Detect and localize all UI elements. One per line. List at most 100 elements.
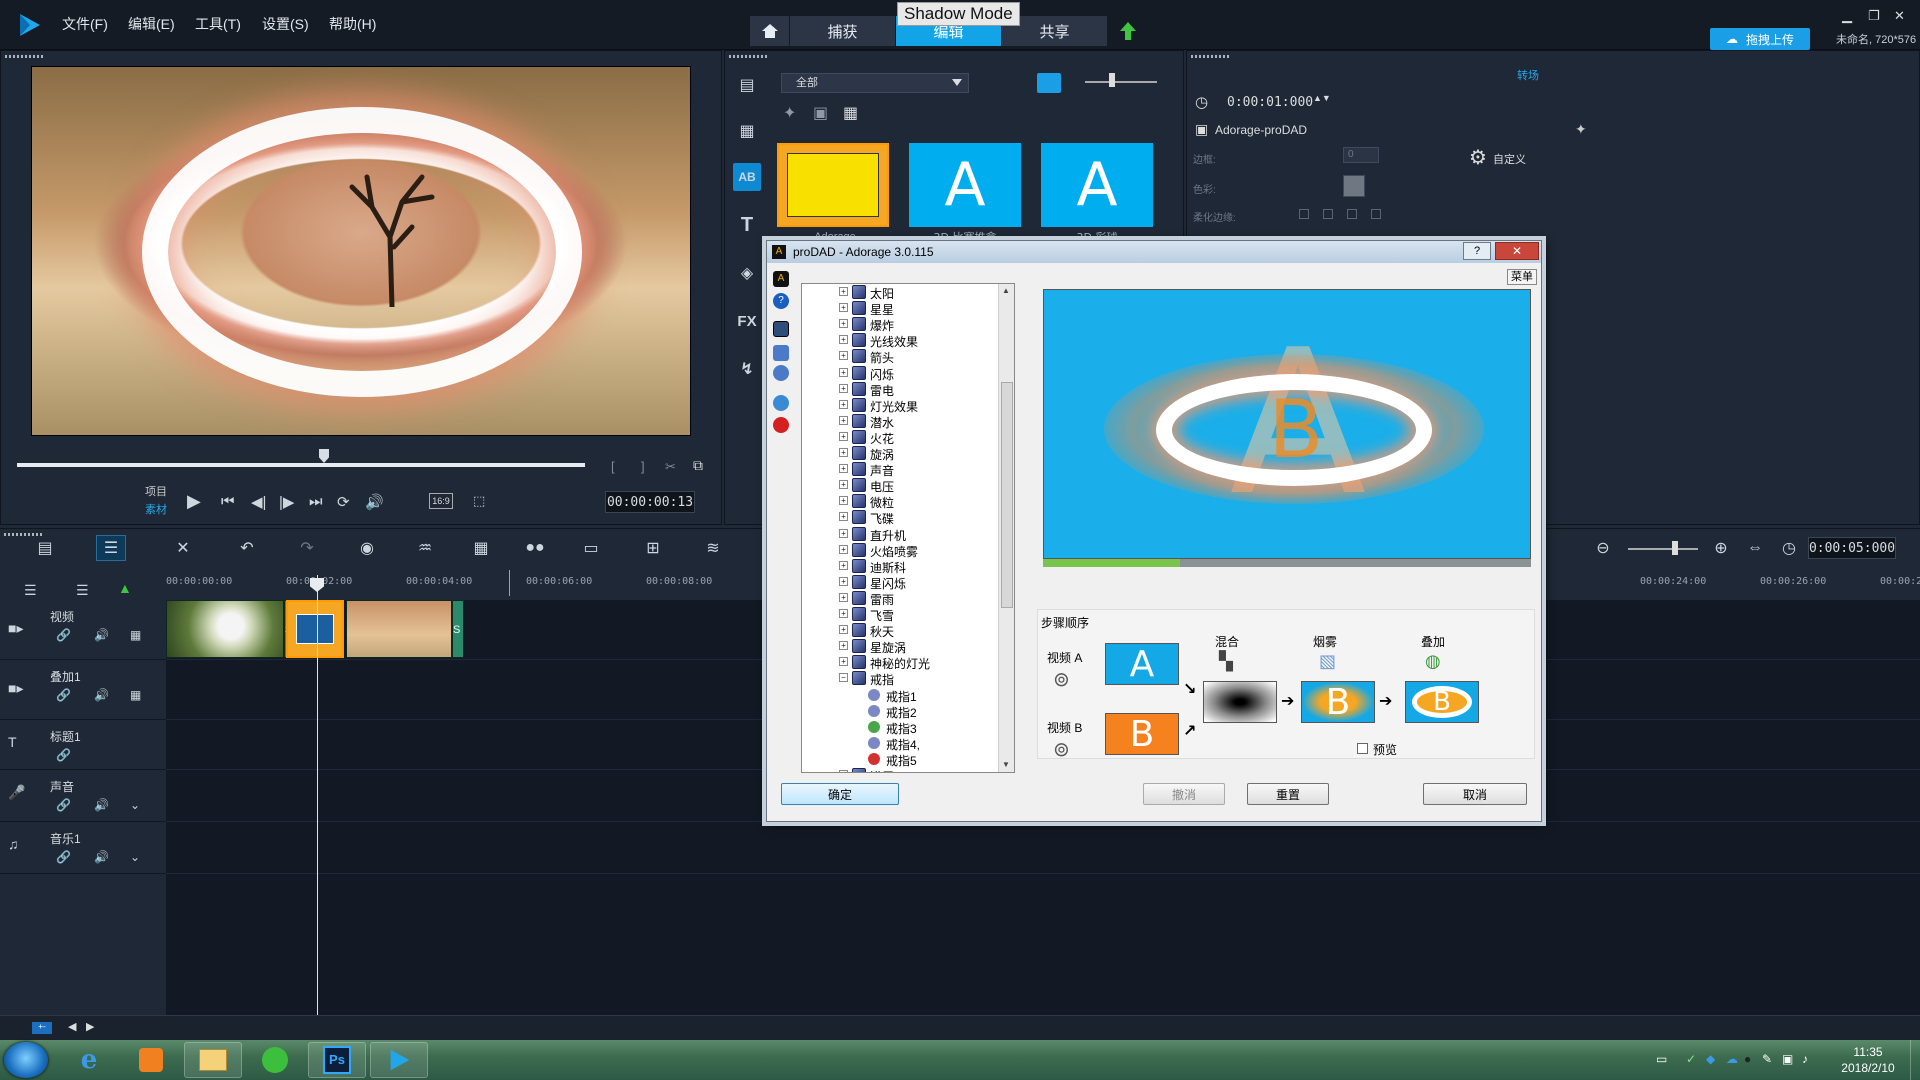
menu-file[interactable]: 文件(F) — [62, 14, 108, 34]
dialog-close-button[interactable]: ✕ — [1495, 242, 1539, 260]
film-icon[interactable]: ▦ — [843, 103, 858, 123]
expand-icon[interactable]: + — [839, 303, 848, 313]
title-icon[interactable]: T — [733, 211, 761, 239]
border-input[interactable]: 0 — [1343, 147, 1379, 163]
motion-track-icon[interactable]: ●● — [520, 535, 550, 561]
explorer-taskbar-icon[interactable] — [184, 1042, 242, 1078]
volume-icon[interactable]: 🔊 — [94, 688, 109, 702]
upload-button[interactable]: ☁ 拖拽上传 — [1710, 28, 1810, 50]
timeline-view-icon[interactable]: ☰ — [96, 535, 126, 561]
volume-icon[interactable]: 🔊 — [94, 798, 109, 812]
menu-edit[interactable]: 编辑(E) — [128, 14, 175, 34]
gear-icon[interactable]: ⚙ — [1469, 145, 1487, 170]
link-icon[interactable]: 🔗 — [56, 798, 71, 812]
monitor-icon[interactable] — [773, 321, 789, 337]
playhead[interactable] — [317, 575, 318, 1015]
soft-edge-option-1[interactable] — [1299, 209, 1309, 219]
panel-grip[interactable] — [729, 55, 769, 58]
subtitle-icon[interactable]: ▭ — [576, 535, 606, 561]
zoom-out-icon[interactable]: ⊖ — [1588, 535, 1618, 561]
record-icon[interactable]: ◉ — [352, 535, 382, 561]
lane-music[interactable] — [166, 822, 1920, 874]
add-track-icon[interactable]: ▲ — [118, 580, 132, 596]
expand-icon[interactable]: + — [839, 657, 848, 667]
preview-timecode[interactable]: 00:00:00:13 — [605, 491, 695, 513]
fit-project-icon[interactable]: +- — [32, 1022, 52, 1034]
home-button[interactable] — [750, 16, 790, 46]
expand-icon[interactable]: + — [839, 399, 848, 409]
track-music[interactable]: ♫ 音乐1 🔗 🔊 ⌄ — [0, 822, 166, 874]
cancel-button[interactable]: 取消 — [1423, 783, 1527, 805]
tab-capture[interactable]: 捕获 — [790, 16, 896, 46]
view-mode-button[interactable] — [1037, 73, 1061, 93]
network-tray-icon[interactable]: ◆ — [1706, 1052, 1720, 1066]
timeline-duration[interactable]: 0:00:05:000 — [1808, 537, 1896, 559]
track-title[interactable]: T 标题1 🔗 — [0, 720, 166, 770]
monitor-tray-icon[interactable]: ▣ — [1782, 1052, 1796, 1066]
expand-icon[interactable]: + — [839, 287, 848, 296]
expand-icon[interactable]: + — [839, 431, 848, 441]
crop-icon[interactable]: ⬚ — [473, 493, 485, 509]
overlay-thumb[interactable]: B — [1405, 681, 1479, 723]
undo-button[interactable]: 撤消 — [1143, 783, 1225, 805]
link-icon[interactable]: 🔗 — [56, 748, 71, 762]
show-desktop-button[interactable] — [1910, 1040, 1920, 1080]
soft-edge-option-4[interactable] — [1371, 209, 1381, 219]
soft-edge-option-2[interactable] — [1323, 209, 1333, 219]
expand-icon[interactable]: + — [839, 641, 848, 651]
multi-camera-icon[interactable]: ⊞ — [638, 535, 668, 561]
expand-icon[interactable]: + — [839, 512, 848, 522]
scroll-left-icon[interactable]: ◀ — [68, 1020, 76, 1033]
clip-dandelion[interactable] — [166, 600, 284, 658]
scroll-up-icon[interactable]: ▲ — [1002, 286, 1010, 295]
scrub-bar[interactable] — [17, 463, 585, 467]
sync-taskbar-icon[interactable] — [246, 1042, 304, 1078]
menu-tools[interactable]: 工具(T) — [195, 14, 241, 34]
custom-button[interactable]: 自定义 — [1493, 151, 1526, 167]
clip-desert-tree[interactable] — [346, 600, 452, 658]
speed-icon[interactable]: ≋ — [698, 535, 728, 561]
smoke-thumb[interactable]: B — [1301, 681, 1375, 723]
mark-in-button[interactable]: [ — [611, 459, 615, 474]
tools-icon[interactable]: ✕ — [168, 535, 198, 561]
preview-checkbox[interactable] — [1357, 743, 1368, 754]
redo-icon[interactable]: ↷ — [292, 535, 322, 561]
ok-button[interactable]: 确定 — [781, 783, 899, 805]
repeat-icon[interactable]: ⟳ — [337, 493, 350, 511]
start-button[interactable] — [4, 1042, 48, 1078]
folder-icon[interactable]: ▣ — [813, 103, 828, 123]
home-start-icon[interactable]: ⏮ — [221, 493, 235, 510]
volume-tray-icon[interactable]: ♪ — [1802, 1052, 1816, 1066]
expand-icon[interactable]: + — [839, 319, 848, 329]
thumb-3d-race[interactable]: A 3D 比赛推拿 — [909, 143, 1021, 244]
help-icon[interactable]: ? — [773, 293, 789, 309]
track-voice[interactable]: 🎤 声音 🔗 🔊 ⌄ — [0, 770, 166, 822]
cloud-tray-icon[interactable]: ☁ — [1726, 1052, 1740, 1066]
chevron-down-icon[interactable]: ⌄ — [130, 850, 140, 864]
grid-icon[interactable]: ▦ — [130, 628, 141, 642]
pen-tray-icon[interactable]: ✎ — [1762, 1052, 1776, 1066]
expand-icon[interactable]: + — [839, 592, 848, 602]
expand-icon[interactable]: + — [839, 609, 848, 618]
zoom-handle[interactable] — [1672, 541, 1678, 555]
expand-icon[interactable]: + — [839, 625, 848, 635]
videostudio-taskbar-icon[interactable] — [370, 1042, 428, 1078]
media-icon[interactable]: ▤ — [733, 71, 761, 99]
auto-music-icon[interactable]: ▦ — [466, 535, 496, 561]
zoom-in-icon[interactable]: ⊕ — [1706, 535, 1736, 561]
transition-icon[interactable]: AB — [733, 163, 761, 191]
expand-icon[interactable]: + — [839, 367, 848, 377]
clip-transition-adorage[interactable] — [286, 600, 344, 658]
expand-icon[interactable]: + — [839, 448, 848, 457]
menu-help[interactable]: 帮助(H) — [329, 14, 376, 34]
graphic-icon[interactable]: ◈ — [733, 259, 761, 287]
settings-icon[interactable] — [773, 365, 789, 381]
scroll-right-icon[interactable]: ▶ — [86, 1020, 94, 1033]
mode-clip[interactable]: 素材 — [145, 501, 167, 517]
upload-arrow-button[interactable] — [1108, 16, 1148, 46]
close-button[interactable]: ✕ — [1894, 8, 1905, 24]
expand-icon[interactable]: + — [839, 351, 848, 361]
record-icon[interactable] — [773, 417, 789, 433]
storyboard-view-icon[interactable]: ▤ — [30, 535, 60, 561]
mode-project[interactable]: 项目 — [145, 483, 167, 499]
